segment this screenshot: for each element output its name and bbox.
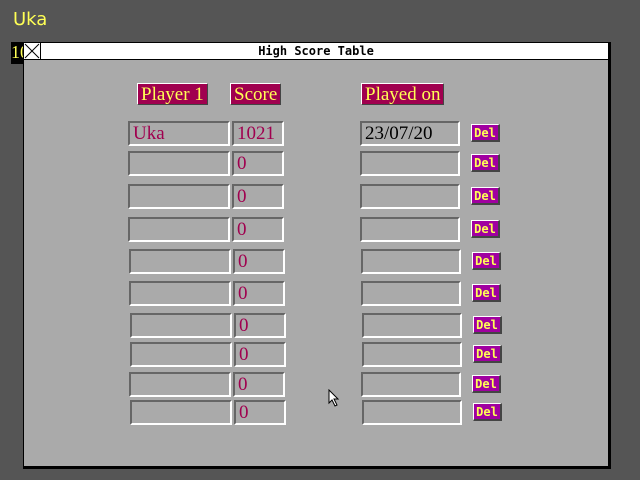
- score-header: Score: [230, 83, 282, 105]
- score-field[interactable]: 0: [234, 313, 286, 338]
- played-on-field[interactable]: [362, 400, 462, 425]
- played-on-field[interactable]: [361, 281, 461, 306]
- score-field[interactable]: 0: [234, 342, 286, 367]
- delete-button[interactable]: Del: [471, 220, 500, 238]
- delete-button[interactable]: Del: [473, 403, 502, 421]
- score-field[interactable]: 0: [234, 400, 286, 425]
- delete-button[interactable]: Del: [472, 284, 501, 302]
- player-name-field[interactable]: [129, 372, 231, 397]
- player-name-field[interactable]: [129, 281, 231, 306]
- played-on-field[interactable]: [360, 217, 460, 242]
- background-title: Uka: [13, 9, 48, 30]
- delete-button[interactable]: Del: [471, 154, 500, 172]
- close-icon[interactable]: [24, 43, 41, 59]
- player-name-field[interactable]: [128, 184, 230, 209]
- delete-button[interactable]: Del: [473, 316, 502, 334]
- delete-button[interactable]: Del: [472, 252, 501, 270]
- player-name-field[interactable]: [129, 249, 231, 274]
- player-name-field[interactable]: Uka: [128, 121, 230, 146]
- score-field[interactable]: 0: [232, 184, 284, 209]
- player-name-field[interactable]: [130, 313, 232, 338]
- score-field[interactable]: 1021: [232, 121, 284, 146]
- delete-button[interactable]: Del: [472, 375, 501, 393]
- played-on-field[interactable]: [360, 151, 460, 176]
- high-score-window: High Score Table Player 1 Score Played o…: [23, 42, 611, 469]
- delete-button[interactable]: Del: [473, 345, 502, 363]
- player-name-field[interactable]: [130, 342, 232, 367]
- player-name-field[interactable]: [128, 217, 230, 242]
- score-field[interactable]: 0: [232, 151, 284, 176]
- delete-button[interactable]: Del: [471, 124, 500, 142]
- title-bar[interactable]: High Score Table: [24, 43, 608, 60]
- score-field[interactable]: 0: [232, 217, 284, 242]
- score-field[interactable]: 0: [233, 249, 285, 274]
- player-header: Player 1: [137, 83, 208, 105]
- played-on-field[interactable]: [361, 372, 461, 397]
- mouse-cursor-icon: [328, 389, 340, 407]
- played-on-field[interactable]: [361, 249, 461, 274]
- played-on-field[interactable]: [362, 313, 462, 338]
- played-on-field[interactable]: [360, 184, 460, 209]
- played-on-header: Played on: [361, 83, 445, 105]
- score-field[interactable]: 0: [233, 372, 285, 397]
- player-name-field[interactable]: [130, 400, 232, 425]
- window-title: High Score Table: [258, 44, 374, 58]
- played-on-field[interactable]: 23/07/20: [360, 121, 460, 146]
- player-name-field[interactable]: [128, 151, 230, 176]
- played-on-field[interactable]: [362, 342, 462, 367]
- delete-button[interactable]: Del: [471, 187, 500, 205]
- score-field[interactable]: 0: [233, 281, 285, 306]
